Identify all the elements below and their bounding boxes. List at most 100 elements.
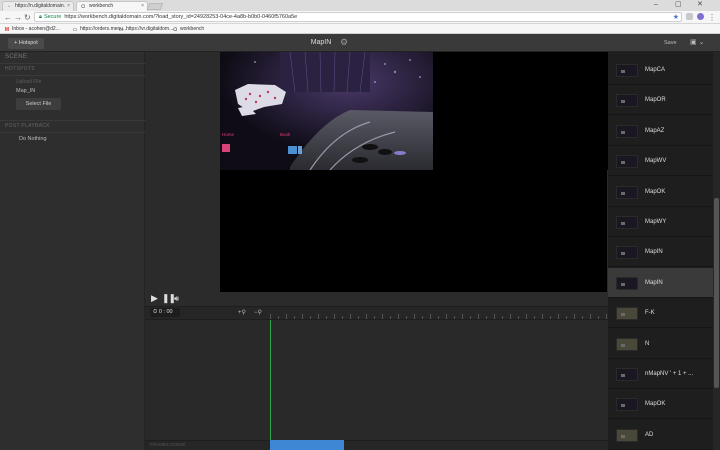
video-preview[interactable]: Home Book (220, 52, 433, 170)
zoom-in-button[interactable]: +⚲ (238, 309, 246, 317)
scene-thumbnail (616, 368, 638, 381)
lock-icon: 🔒︎ (39, 14, 42, 20)
bookmark-label: https://vr.digitaldom... (126, 26, 174, 32)
stadium-scene-image: Home Book (220, 52, 433, 170)
timeline-footer (145, 440, 608, 450)
bookmark-workbench[interactable]: ᗡ workbench (172, 25, 204, 33)
ruler-tick (326, 316, 327, 319)
scene-list-item[interactable]: MapAZ (608, 116, 713, 146)
thumbnail-detail (621, 282, 625, 286)
ruler-tick (310, 316, 311, 319)
select-file-button[interactable]: Select File (16, 98, 61, 110)
ruler-tick (566, 316, 567, 319)
play-icon[interactable]: ▶ (151, 293, 158, 304)
divider (0, 75, 145, 76)
browser-menu-icon[interactable]: ⋮ (708, 12, 716, 23)
bookmarks-bar: M Inbox - acohen@d2... ▭ https://orders.me… (0, 24, 720, 34)
ruler-tick (358, 316, 359, 319)
file-name: Map_IN (16, 88, 36, 94)
clock-icon: ⏲ (153, 309, 158, 315)
bookmark-star-icon[interactable]: ★ (673, 12, 679, 23)
ruler-tick (406, 316, 407, 319)
scene-list-item[interactable]: F-K (608, 298, 713, 329)
ruler-tick (398, 314, 399, 319)
url-text: https://workbench.digitaldomain.com/?loa… (64, 14, 298, 20)
maximize-icon[interactable]: ▢ (675, 0, 682, 10)
view-mode-dropdown[interactable]: ▣ ⌄ (690, 38, 712, 48)
browser-tab-bar: ▫ https://n.digitaldomain. × ᗡ workbench… (0, 0, 720, 11)
time-display: ⏲ 0 : 00 (150, 308, 180, 317)
scene-list-item[interactable]: MapOK (608, 177, 713, 207)
bookmark-inbox[interactable]: M Inbox - acohen@d2... (4, 25, 60, 33)
page-title: MapIN (310, 39, 332, 46)
post-playback-action[interactable]: Do Nothing (19, 135, 47, 143)
bookmark-vr[interactable]: ▭ https://vr.digitaldom... (118, 25, 174, 33)
divider (0, 63, 145, 64)
url-input[interactable]: 🔒︎ Secure https://workbench.digitaldomain.… (34, 12, 682, 22)
app-header: + Hotspot MapIN ⚙ Save ▣ ⌄ (0, 34, 720, 52)
divider (0, 132, 145, 133)
close-tab-icon[interactable]: × (141, 2, 144, 11)
scrollbar-thumb[interactable] (714, 198, 719, 388)
ruler-tick (318, 314, 319, 319)
time-seconds: 00 (166, 309, 173, 315)
ruler-tick (542, 314, 543, 319)
clip-bar[interactable] (270, 440, 344, 450)
scene-list-item[interactable]: MapIN (608, 267, 713, 298)
scene-list-item[interactable]: nMapNV ' + 1 + ... (608, 359, 713, 389)
save-button[interactable]: Save (664, 39, 677, 47)
scene-list-item[interactable]: MapCA (608, 55, 713, 85)
bookmark-label: workbench (180, 26, 205, 32)
browser-tab-workbench[interactable]: ᗡ workbench × (76, 1, 148, 11)
ruler-tick (278, 316, 279, 319)
ruler-tick (526, 314, 527, 319)
back-icon[interactable]: ← (4, 12, 12, 23)
overlay-text: Home (222, 132, 235, 137)
timeline-track-area[interactable] (145, 320, 608, 440)
ruler-tick (350, 314, 351, 319)
ruler-tick (334, 314, 335, 319)
reload-icon[interactable]: ↻ (24, 12, 31, 23)
scene-thumbnail (616, 185, 638, 199)
scene-label: F-K (645, 310, 655, 317)
new-tab-button[interactable] (146, 3, 164, 10)
browser-tab-digitaldomain[interactable]: ▫ https://n.digitaldomain. × (2, 1, 74, 11)
ruler-tick (598, 316, 599, 319)
tab-label: https://n.digitaldomain. (15, 3, 66, 9)
timeline-ruler[interactable] (270, 307, 608, 319)
thumbnail-detail (621, 161, 625, 165)
scene-list-item[interactable]: MapWV (608, 146, 713, 177)
scene-list-item[interactable]: MapWY (608, 207, 713, 237)
scene-thumbnail (616, 64, 638, 77)
volume-icon[interactable]: 🔊︎ (174, 293, 179, 304)
scene-label: AD (645, 431, 654, 438)
extension-icon[interactable] (686, 13, 693, 20)
page-icon: ▭ (72, 27, 78, 33)
gear-icon[interactable]: ⚙ (340, 37, 348, 48)
divider (0, 120, 145, 121)
scene-list-item[interactable]: MapOR (608, 85, 713, 116)
scene-label: N (645, 340, 650, 347)
close-window-icon[interactable]: ✕ (697, 0, 703, 10)
close-tab-icon[interactable]: × (67, 2, 70, 11)
scene-label: MapOK (645, 188, 666, 195)
add-hotspot-button[interactable]: + Hotspot (8, 38, 44, 49)
thumbnail-detail (621, 191, 625, 195)
ruler-tick (414, 314, 415, 319)
post-playback-section-title: POST PLAYBACK (5, 123, 50, 129)
scene-list-item[interactable]: N (608, 329, 713, 359)
scene-list-item[interactable]: AD (608, 420, 713, 450)
forward-icon[interactable]: → (14, 12, 22, 23)
ruler-tick (286, 314, 287, 319)
scene-section-title: SCENE (5, 54, 28, 60)
scene-list-item[interactable]: MapIN (608, 237, 713, 268)
scene-label: MapAZ (645, 127, 665, 134)
minimize-icon[interactable]: – (654, 0, 658, 10)
ruler-tick (302, 314, 303, 319)
scene-list-item[interactable]: MapOK (608, 389, 713, 420)
playhead[interactable] (270, 320, 271, 450)
scene-label: nMapNV ' + 1 + ... (645, 371, 694, 377)
ruler-tick (294, 316, 295, 319)
profile-extension-icon[interactable] (697, 13, 704, 20)
zoom-out-button[interactable]: −⚲ (254, 309, 262, 317)
